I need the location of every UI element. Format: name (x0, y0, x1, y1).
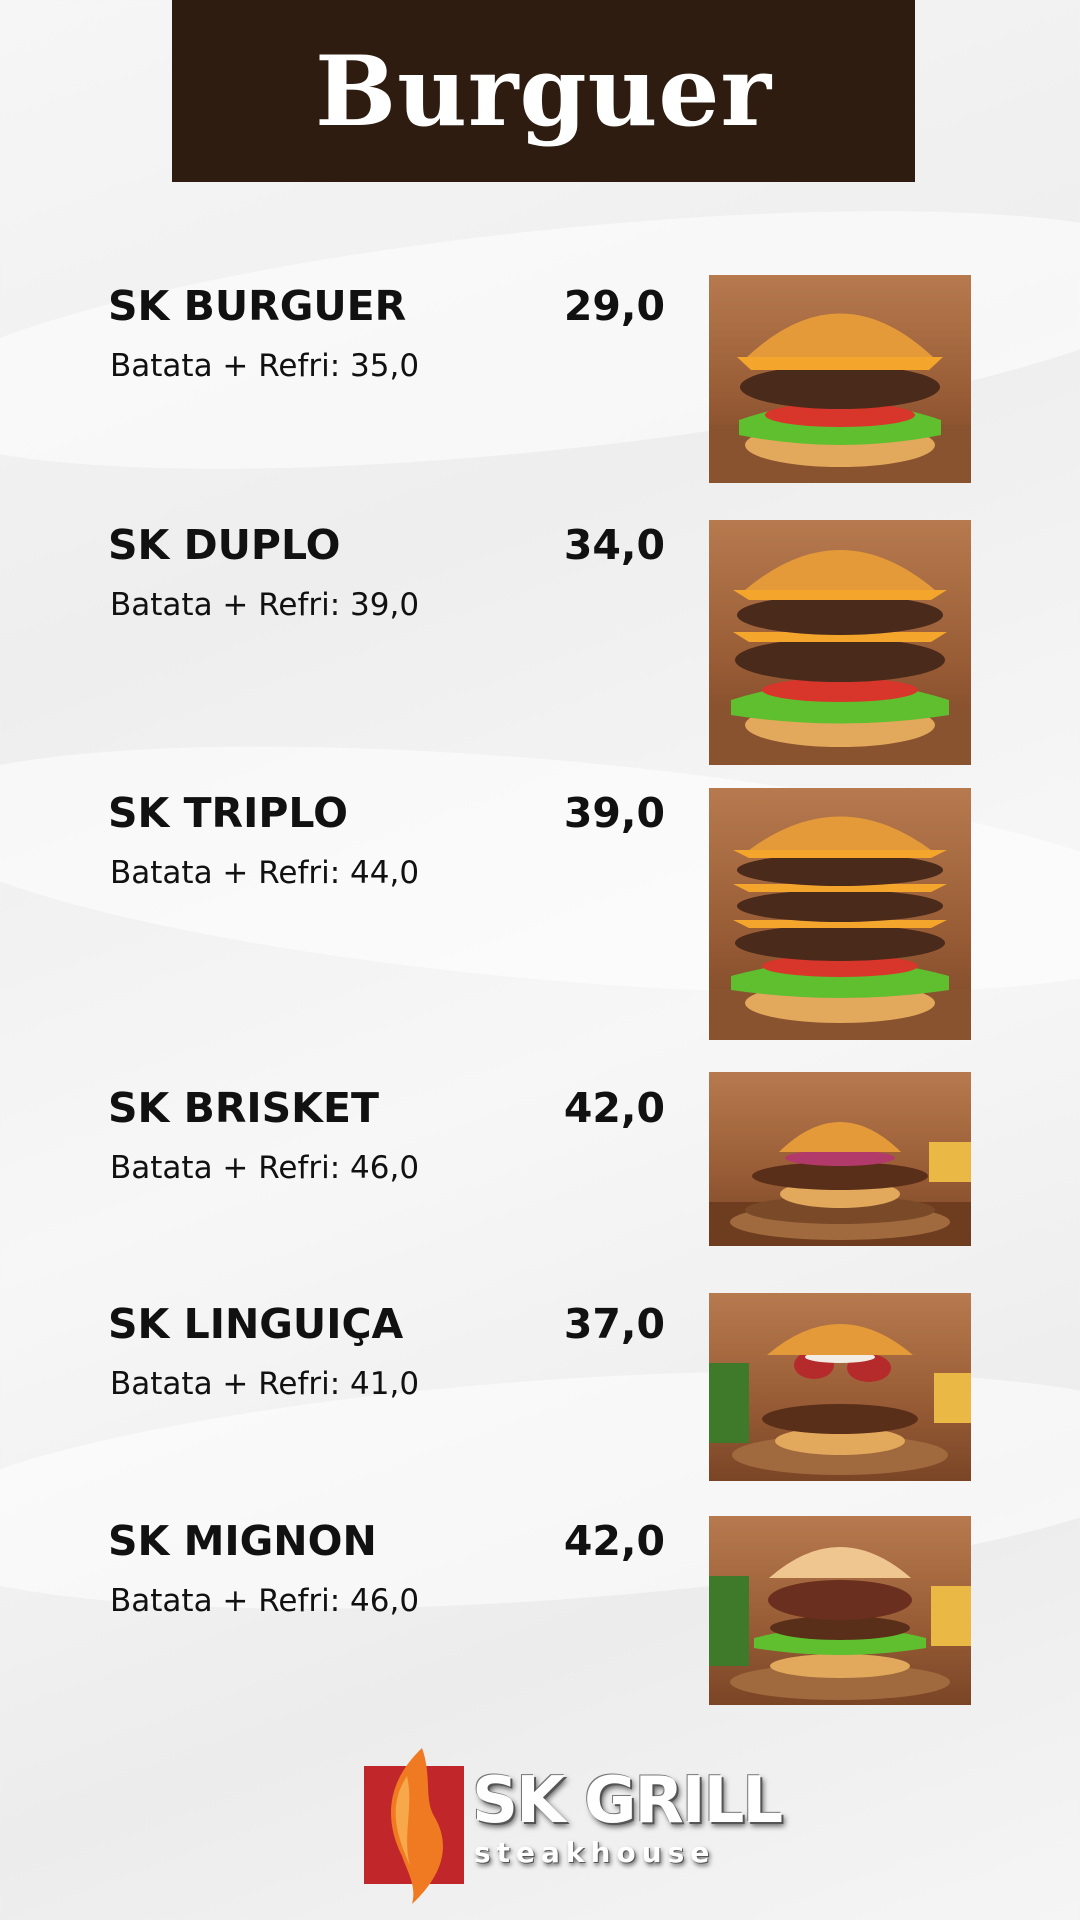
mignon-burger-photo (709, 1516, 971, 1705)
item-price: 42,0 (563, 1084, 665, 1132)
item-name: SK TRIPLO (108, 789, 348, 837)
sausage-burger-photo (709, 1293, 971, 1481)
flame-icon (364, 1748, 464, 1904)
page-title: Burguer (314, 34, 773, 148)
item-price: 37,0 (563, 1300, 665, 1348)
item-price: 39,0 (563, 789, 665, 837)
item-combo-price: Batata + Refri: 46,0 (110, 1583, 420, 1619)
item-price: 29,0 (563, 282, 665, 330)
item-name: SK LINGUIÇA (108, 1300, 404, 1348)
double-cheeseburger-photo (709, 520, 971, 765)
menu-header: Burguer (172, 0, 915, 182)
item-combo-price: Batata + Refri: 35,0 (110, 348, 420, 384)
brisket-burger-photo (709, 1072, 971, 1246)
item-combo-price: Batata + Refri: 44,0 (110, 855, 420, 891)
item-combo-price: Batata + Refri: 46,0 (110, 1150, 420, 1186)
logo-name: SK GRILL (472, 1764, 783, 1838)
single-cheeseburger-photo (709, 275, 971, 483)
triple-cheeseburger-photo (709, 788, 971, 1040)
item-name: SK BRISKET (108, 1084, 379, 1132)
item-combo-price: Batata + Refri: 39,0 (110, 587, 420, 623)
item-name: SK DUPLO (108, 521, 341, 569)
sk-grill-logo: SK GRILL steakhouse (362, 1746, 783, 1906)
logo-subtitle: steakhouse (474, 1836, 716, 1869)
item-combo-price: Batata + Refri: 41,0 (110, 1366, 420, 1402)
item-name: SK MIGNON (108, 1517, 377, 1565)
item-price: 34,0 (563, 521, 665, 569)
item-price: 42,0 (563, 1517, 665, 1565)
item-name: SK BURGUER (108, 282, 407, 330)
